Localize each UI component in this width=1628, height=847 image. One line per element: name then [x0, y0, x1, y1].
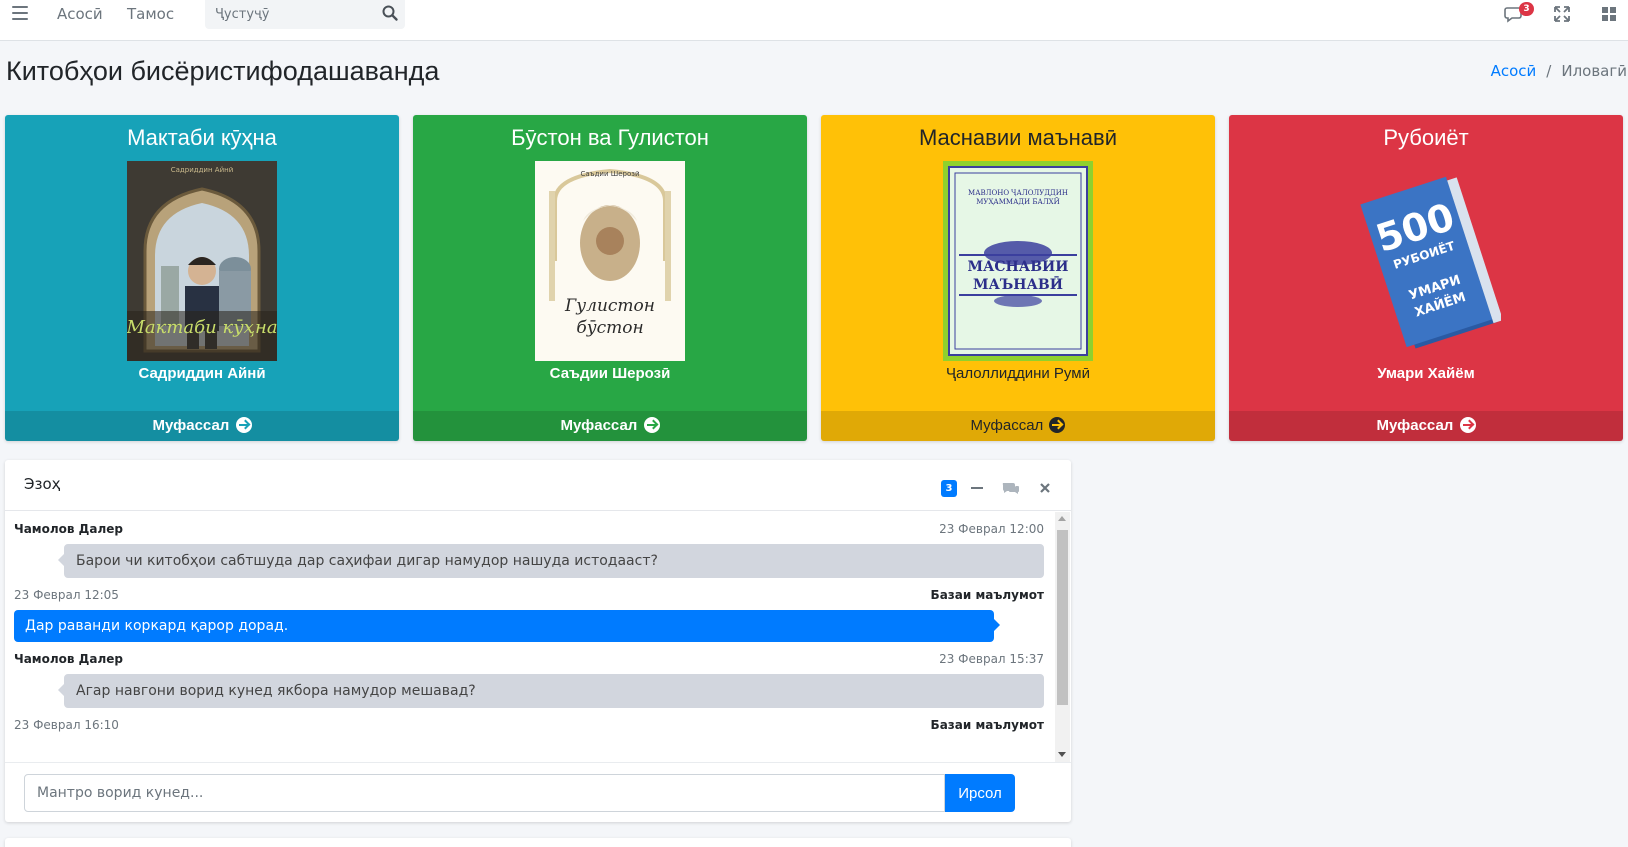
book-title: Мактаби кӯҳна: [127, 125, 277, 150]
message-count-badge: 3: [941, 480, 957, 497]
chat-header: Эзоҳ 3: [5, 463, 1071, 511]
details-label: Муфассал: [560, 417, 638, 434]
message-author: Базаи маълумот: [930, 718, 1044, 732]
scroll-down-icon[interactable]: [1058, 752, 1066, 757]
message-author: Базаи маълумот: [930, 588, 1044, 602]
book-author: Ҷалоллиддини Румӣ: [946, 365, 1090, 382]
book-author: Саъдии Шерозӣ: [549, 365, 671, 382]
details-link[interactable]: Муфассал: [5, 411, 399, 441]
nav-link-contact[interactable]: Тамос: [127, 5, 174, 23]
book-card-maktabi-kuhna: Мактаби кӯҳна Мактаби кӯҳна Садриддин Ай…: [5, 115, 399, 441]
next-card: [5, 838, 1071, 847]
chat-footer: Ирсол: [5, 762, 1071, 822]
chat-scrollbar[interactable]: [1055, 512, 1070, 762]
chat-messages: Чамолов Далер 23 Феврал 12:00 Барои чи ки…: [5, 512, 1055, 762]
chat-title: Эзоҳ: [24, 475, 61, 493]
svg-text:МАЪНАВӢ: МАЪНАВӢ: [973, 274, 1063, 293]
svg-text:МАВЛОНО ҶАЛОЛУДДИН: МАВЛОНО ҶАЛОЛУДДИН: [968, 189, 1068, 197]
svg-text:Саъдии Шерозӣ: Саъдии Шерозӣ: [580, 170, 639, 178]
book-title: Бӯстон ва Гулистон: [511, 125, 709, 150]
book-card-masnavi: Маснавии маънавӣ МАВЛОНО ҶАЛОЛУДДИН МУҲА…: [821, 115, 1215, 441]
message-time: 23 Феврал 12:05: [14, 588, 119, 602]
book-card-rubaiyat: Рубоиёт 500 РУБОИЁТ УМАРИ ХАЙЁМ Умари Ха…: [1229, 115, 1623, 441]
search-box: [205, 0, 405, 29]
message-item: Чамолов Далер 23 Феврал 15:37 Агар навгон…: [14, 652, 1044, 708]
details-link[interactable]: Муфассал: [1229, 411, 1623, 441]
collapse-icon[interactable]: [967, 478, 987, 498]
nav-link-home[interactable]: Асосӣ: [57, 5, 103, 23]
send-button[interactable]: Ирсол: [945, 774, 1015, 812]
book-card-buston-gulistan: Бӯстон ва Гулистон Саъдии Шерозӣ Гулисто…: [413, 115, 807, 441]
page-title: Китобҳои бисёристифодашаванда: [6, 56, 440, 86]
arrow-right-circle-icon: [1049, 417, 1066, 433]
message-text: Дар раванди коркард қарор дорад.: [14, 610, 1000, 642]
breadcrumb-home[interactable]: Асосӣ: [1491, 62, 1537, 80]
top-navbar: Асосӣ Тамос 3: [0, 0, 1628, 41]
message-time: 23 Феврал 12:00: [939, 522, 1044, 536]
book-author: Садриддин Айнӣ: [138, 365, 266, 382]
message-text: Барои чи китобҳои сабтшуда дар саҳифаи д…: [58, 544, 1044, 578]
arrow-right-circle-icon: [235, 417, 252, 433]
book-title: Маснавии маънавӣ: [918, 125, 1118, 150]
message-item: Чамолов Далер 23 Феврал 12:00 Барои чи ки…: [14, 522, 1044, 578]
scroll-up-icon[interactable]: [1058, 516, 1066, 521]
breadcrumb-separator: /: [1546, 62, 1552, 80]
comments-chat-card: Эзоҳ 3 Чамолов Далер 23 Феврал 12:00 Баро…: [5, 460, 1071, 822]
details-label: Муфассал: [1376, 417, 1454, 434]
arrow-right-circle-icon: [643, 417, 660, 433]
message-author: Чамолов Далер: [14, 652, 123, 666]
message-item: 23 Феврал 12:05 Базаи маълумот Дар раванд…: [14, 588, 1044, 642]
breadcrumb-current: Иловагӣ: [1561, 62, 1627, 80]
menu-toggle-icon[interactable]: [12, 6, 28, 20]
book-cover-image: 500 РУБОИЁТ УМАРИ ХАЙЁМ: [1351, 161, 1501, 361]
book-author: Умари Хайём: [1377, 365, 1475, 382]
message-input[interactable]: [24, 774, 945, 812]
contacts-chat-icon[interactable]: [1001, 478, 1021, 498]
svg-text:бӯстон: бӯстон: [576, 318, 643, 338]
apps-grid-icon[interactable]: [1598, 3, 1620, 25]
book-cover-image: Саъдии Шерозӣ Гулистон бӯстон: [535, 161, 685, 361]
svg-text:МАСНАВИИ: МАСНАВИИ: [968, 259, 1069, 275]
messages-badge: 3: [1519, 2, 1534, 16]
fullscreen-icon[interactable]: [1551, 3, 1573, 25]
search-icon[interactable]: [381, 4, 399, 22]
svg-text:МУҲАММАДИ БАЛХӢ: МУҲАММАДИ БАЛХӢ: [976, 197, 1060, 206]
details-label: Муфассал: [152, 417, 230, 434]
message-item: 23 Феврал 16:10 Базаи маълумот: [14, 718, 1044, 735]
message-text: Агар навгони ворид кунед якбора намудор …: [58, 674, 1044, 708]
book-cover-image: МАВЛОНО ҶАЛОЛУДДИН МУҲАММАДИ БАЛХӢ МАСНА…: [943, 161, 1093, 361]
breadcrumb: Асосӣ / Иловагӣ: [1491, 62, 1627, 80]
message-time: 23 Феврал 15:37: [939, 652, 1044, 666]
book-title: Рубоиёт: [1383, 125, 1469, 150]
details-link[interactable]: Муфассал: [413, 411, 807, 441]
message-time: 23 Феврал 16:10: [14, 718, 119, 732]
arrow-right-circle-icon: [1459, 417, 1476, 433]
cover-caption: Мактаби кӯҳна: [127, 317, 277, 338]
message-author: Чамолов Далер: [14, 522, 123, 536]
search-input[interactable]: [205, 0, 375, 29]
book-cover-image: Мактаби кӯҳна Садриддин Айнӣ: [127, 161, 277, 361]
close-icon[interactable]: [1035, 478, 1055, 498]
details-link[interactable]: Муфассал: [821, 411, 1215, 441]
svg-text:Садриддин Айнӣ: Садриддин Айнӣ: [171, 166, 234, 174]
details-label: Муфассал: [970, 417, 1044, 434]
scrollbar-thumb[interactable]: [1057, 530, 1068, 705]
svg-text:Гулистон: Гулистон: [564, 296, 655, 316]
